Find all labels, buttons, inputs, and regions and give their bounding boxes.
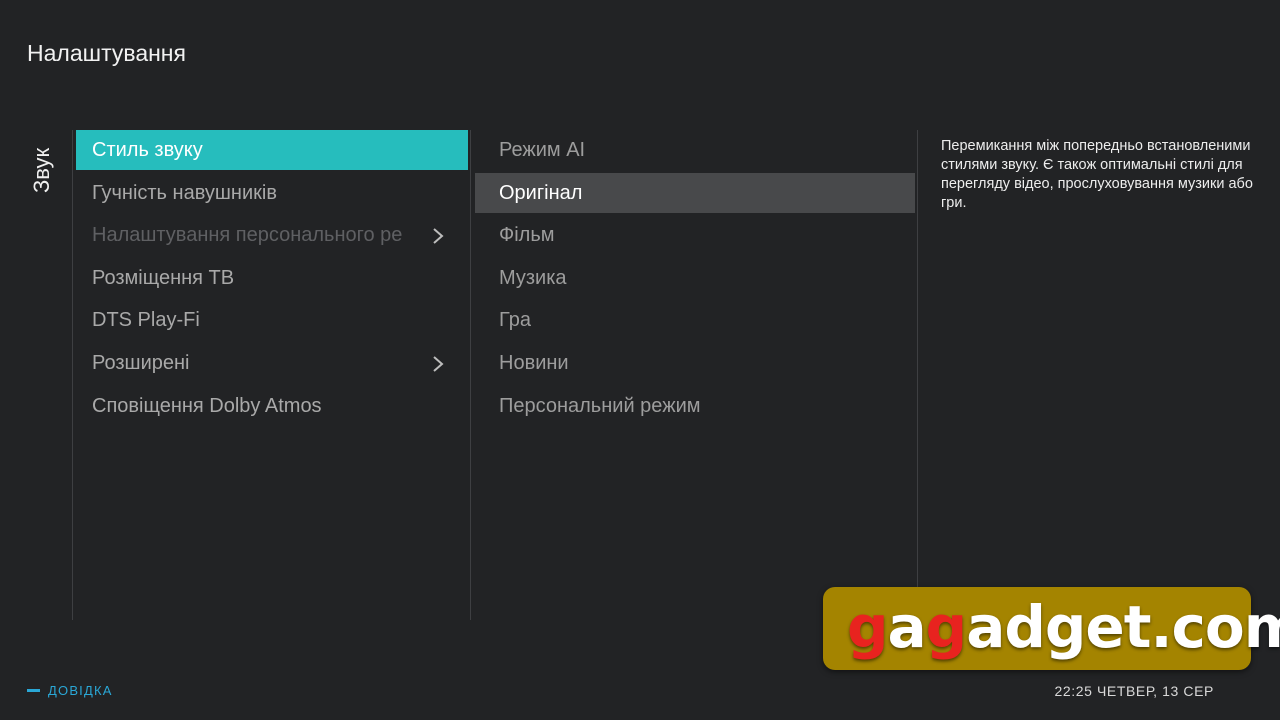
menu-item-personal-settings[interactable]: Налаштування персонального ре: [76, 215, 468, 255]
menu-item-sound-style[interactable]: Стиль звуку: [76, 130, 468, 170]
chevron-right-icon: [432, 343, 446, 383]
watermark-logo: gagadget.com: [823, 587, 1280, 670]
option-news[interactable]: Новини: [475, 343, 915, 383]
option-original[interactable]: Оригінал: [475, 172, 915, 213]
help-label: ДОВІДКА: [48, 683, 113, 698]
menu-item-dolby-atmos-notification[interactable]: Сповіщення Dolby Atmos: [76, 386, 468, 426]
menu-item-advanced[interactable]: Розширені: [76, 343, 468, 383]
divider-left: [72, 130, 73, 620]
description-text: Перемикання між попередньо встановленими…: [941, 138, 1253, 211]
menu-item-label: Сповіщення Dolby Atmos: [92, 394, 322, 417]
chevron-right-icon: [432, 215, 446, 255]
menu-item-tv-placement[interactable]: Розміщення ТВ: [76, 258, 468, 298]
menu-item-label: DTS Play-Fi: [92, 309, 200, 332]
menu-item-label: Розширені: [92, 351, 190, 374]
sound-style-options: Режим AI Оригінал Фільм Музика Гра Новин…: [475, 130, 915, 428]
category-label: Звук: [29, 147, 54, 193]
page-title: Налаштування: [27, 40, 186, 66]
settings-menu: Стиль звуку Гучність навушників Налаштув…: [76, 130, 468, 428]
menu-item-label: Гучність навушників: [92, 181, 277, 204]
option-ai-mode[interactable]: Режим AI: [475, 130, 915, 170]
menu-item-label: Стиль звуку: [92, 139, 203, 161]
menu-item-dts-play-fi[interactable]: DTS Play-Fi: [76, 300, 468, 340]
menu-item-label: Налаштування персонального ре: [92, 224, 403, 247]
divider-right: [917, 130, 918, 620]
option-game[interactable]: Гра: [475, 300, 915, 340]
option-music[interactable]: Музика: [475, 258, 915, 298]
menu-item-headphone-volume[interactable]: Гучність навушників: [76, 173, 468, 213]
help-button[interactable]: ДОВІДКА: [27, 683, 113, 698]
option-movie[interactable]: Фільм: [475, 215, 915, 255]
option-personal-mode[interactable]: Персональний режим: [475, 386, 915, 426]
menu-item-label: Розміщення ТВ: [92, 266, 235, 289]
blue-key-icon: [27, 688, 40, 692]
clock: 22:25 ЧЕТВЕР, 13 СЕР: [1054, 683, 1214, 699]
divider-middle: [470, 130, 471, 620]
watermark-text: gagadget.com: [847, 593, 1280, 661]
